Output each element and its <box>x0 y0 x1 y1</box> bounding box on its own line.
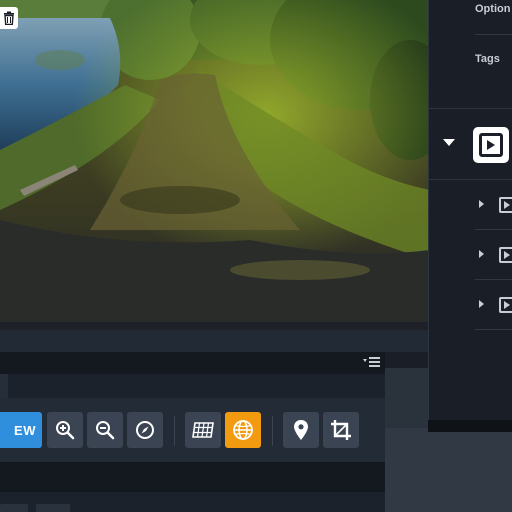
zoom-in-button[interactable] <box>47 412 83 448</box>
tags-label[interactable]: Tags <box>475 53 500 65</box>
sphere-view-button[interactable] <box>225 412 261 448</box>
panel-tabs-lower <box>0 492 385 512</box>
panel-menu-icon[interactable] <box>363 355 381 369</box>
globe-icon <box>233 420 253 440</box>
media-child-item[interactable] <box>429 280 512 330</box>
panel-section <box>0 462 385 492</box>
caret-right-icon[interactable] <box>479 250 484 258</box>
crop-button[interactable] <box>323 412 359 448</box>
toolbar-separator <box>272 416 273 446</box>
panel-tabs <box>0 374 385 398</box>
grid-view-button[interactable] <box>185 412 221 448</box>
toolbar-panel: EW <box>0 352 385 512</box>
view-button[interactable]: EW <box>0 412 42 448</box>
play-media-icon <box>499 197 512 213</box>
caret-right-icon[interactable] <box>479 200 484 208</box>
hotspot-button[interactable] <box>283 412 319 448</box>
divider <box>475 34 512 35</box>
grid-icon <box>192 422 214 438</box>
play-media-icon <box>499 247 512 263</box>
toolbar-separator <box>174 416 175 446</box>
zoom-out-icon <box>96 421 115 440</box>
viewport-footer <box>0 330 430 352</box>
panorama-viewport[interactable] <box>0 0 430 330</box>
media-group[interactable] <box>429 108 512 180</box>
options-label[interactable]: Option <box>475 3 510 15</box>
delete-button[interactable] <box>0 7 18 29</box>
caret-right-icon[interactable] <box>479 300 484 308</box>
compass-icon <box>136 421 154 439</box>
play-media-icon <box>473 127 509 163</box>
map-pin-icon <box>294 420 308 440</box>
crop-icon <box>331 420 351 440</box>
sidebar-footer <box>428 420 512 432</box>
panel-tab[interactable] <box>0 374 8 398</box>
viewer-toolbar: EW <box>0 398 385 462</box>
zoom-out-button[interactable] <box>87 412 123 448</box>
scene-sidebar: Option Tags <box>428 0 512 432</box>
media-child-item[interactable] <box>429 180 512 230</box>
media-child-item[interactable] <box>429 230 512 280</box>
trash-icon <box>4 11 14 25</box>
panorama-image <box>0 0 430 330</box>
play-media-icon <box>499 297 512 313</box>
zoom-in-icon <box>56 421 75 440</box>
lower-tab[interactable] <box>0 504 28 512</box>
caret-down-icon[interactable] <box>443 139 455 146</box>
panorama-editor: EW Option Tags <box>0 0 512 512</box>
compass-button[interactable] <box>127 412 163 448</box>
lower-tab[interactable] <box>36 504 70 512</box>
